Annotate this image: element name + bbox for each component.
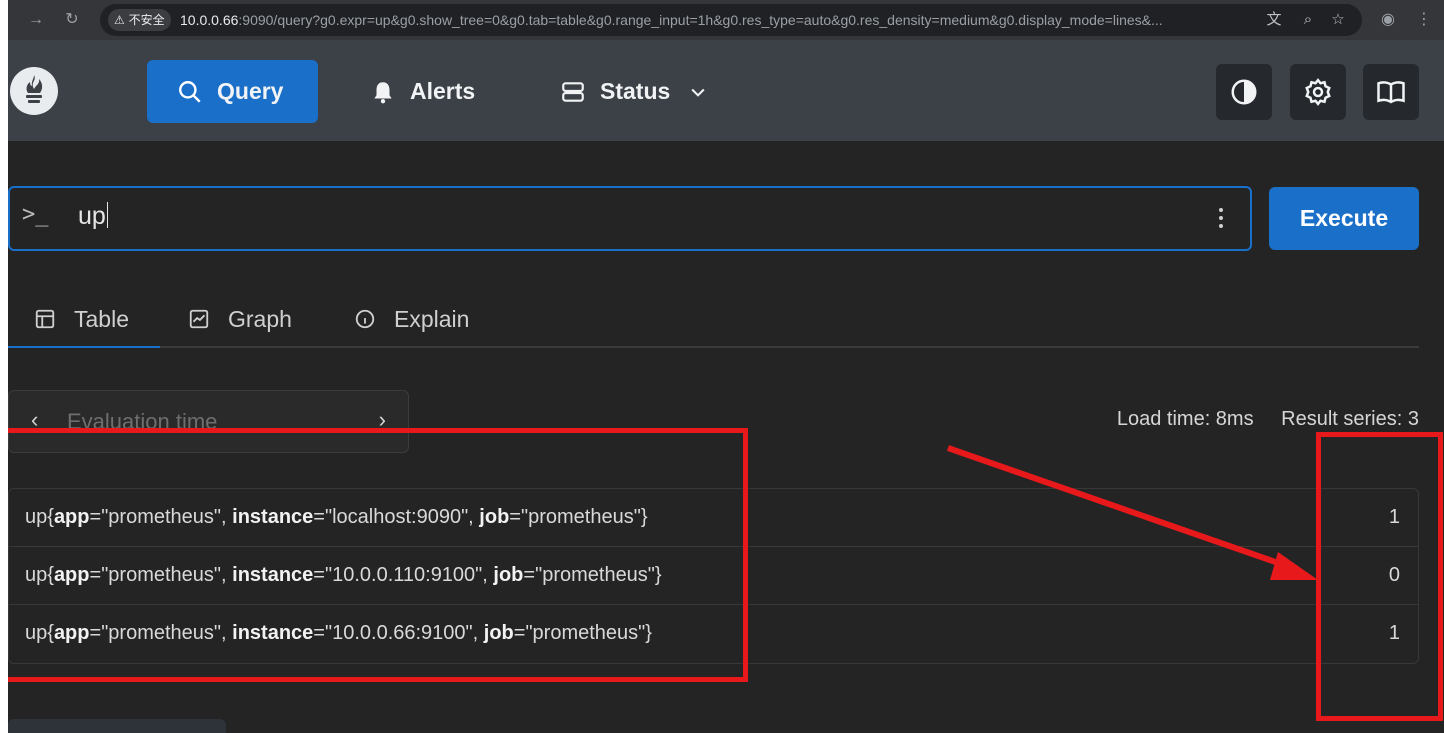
nav-query-button[interactable]: Query	[147, 60, 318, 123]
nav-status-label: Status	[600, 78, 671, 104]
prometheus-logo-icon[interactable]	[10, 67, 58, 115]
tab-graph-label: Graph	[228, 305, 292, 332]
search-icon	[179, 80, 201, 103]
tab-explain-label: Explain	[394, 305, 470, 332]
tab-graph[interactable]: Graph	[188, 290, 292, 348]
forward-icon[interactable]: →	[24, 8, 48, 32]
server-icon	[562, 81, 584, 102]
url-text[interactable]: 10.0.0.66:9090/query?g0.expr=up&g0.show_…	[180, 4, 1260, 36]
more-options-icon[interactable]	[1216, 208, 1226, 230]
settings-button[interactable]	[1290, 64, 1346, 120]
expression-input[interactable]: >_ up	[8, 186, 1252, 251]
annotation-box-values	[1316, 432, 1443, 721]
theme-toggle-button[interactable]	[1216, 64, 1272, 120]
active-tab-indicator	[8, 346, 160, 348]
app-header: Query Alerts Status	[8, 40, 1444, 141]
profile-icon[interactable]: ◉	[1376, 8, 1400, 32]
bookmark-star-icon[interactable]: ☆	[1326, 8, 1350, 32]
not-secure-badge[interactable]: ⚠ 不安全	[108, 9, 171, 31]
address-bar[interactable]: ⚠ 不安全 10.0.0.66:9090/query?g0.expr=up&g0…	[100, 4, 1362, 36]
chevron-down-icon	[691, 88, 705, 97]
prompt-icon: >_	[22, 202, 49, 227]
query-stats: Load time: 8ms Result series: 3	[1117, 408, 1419, 431]
execute-button[interactable]: Execute	[1269, 187, 1419, 250]
expression-text[interactable]: up	[78, 202, 108, 231]
nav-status-dropdown[interactable]: Status	[558, 60, 738, 123]
chart-icon	[189, 309, 209, 329]
partial-panel	[8, 719, 226, 733]
contrast-icon	[1231, 79, 1257, 105]
annotation-box-series	[2, 428, 748, 682]
zoom-icon[interactable]: ⌕	[1296, 8, 1320, 32]
nav-alerts-label: Alerts	[410, 78, 476, 104]
result-tabs: Table Graph Explain	[8, 290, 1419, 348]
window-edge	[0, 0, 8, 733]
nav-query-label: Query	[217, 78, 284, 104]
result-series-count: Result series: 3	[1281, 408, 1419, 430]
tab-table[interactable]: Table	[34, 290, 129, 348]
table-icon	[35, 309, 55, 329]
browser-toolbar: → ↻ ⚠ 不安全 10.0.0.66:9090/query?g0.expr=u…	[0, 0, 1444, 40]
info-icon	[355, 309, 375, 329]
browser-menu-icon[interactable]: ⋮	[1412, 8, 1436, 32]
tab-explain[interactable]: Explain	[354, 290, 469, 348]
nav-alerts-button[interactable]: Alerts	[368, 60, 498, 123]
translate-icon[interactable]: 文	[1262, 8, 1286, 32]
docs-button[interactable]	[1363, 64, 1419, 120]
bell-icon	[374, 81, 392, 103]
load-time: Load time: 8ms	[1116, 408, 1254, 430]
tab-table-label: Table	[74, 305, 129, 332]
book-icon	[1377, 81, 1405, 104]
gear-icon	[1305, 78, 1331, 106]
reload-icon[interactable]: ↻	[60, 8, 84, 32]
